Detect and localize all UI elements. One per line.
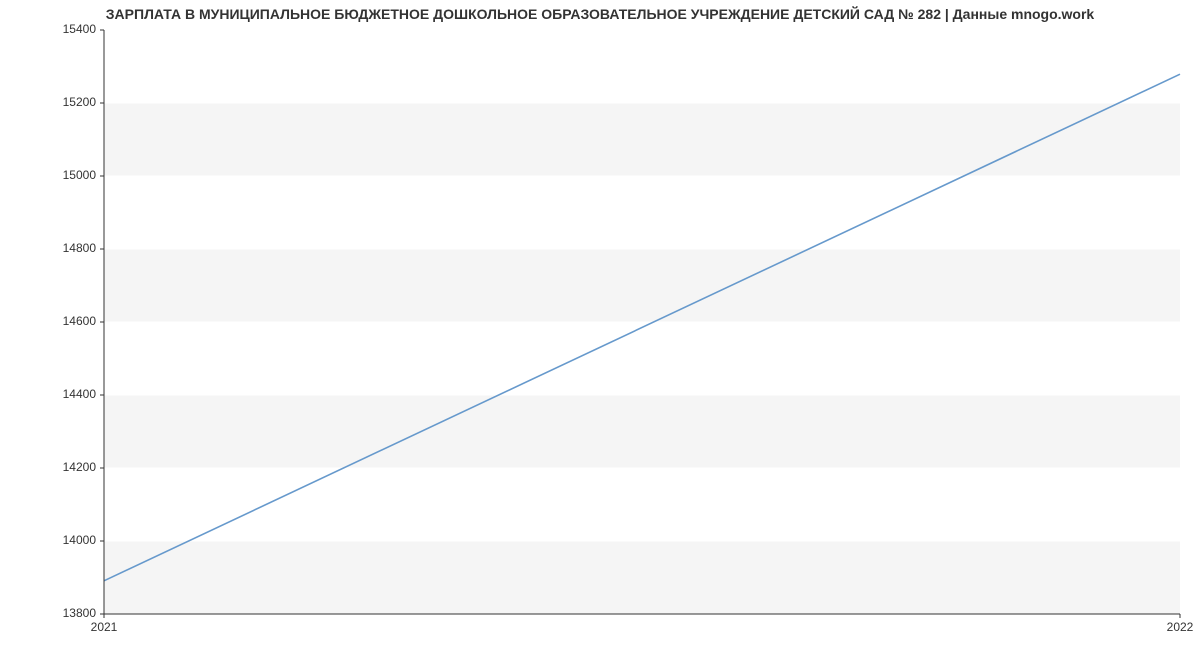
y-tick-label: 13800 xyxy=(63,606,97,620)
x-tick-label: 2021 xyxy=(91,620,118,634)
x-ticks: 2021 2022 xyxy=(91,614,1194,634)
y-tick-label: 14400 xyxy=(63,387,97,401)
chart-title: ЗАРПЛАТА В МУНИЦИПАЛЬНОЕ БЮДЖЕТНОЕ ДОШКО… xyxy=(0,6,1200,22)
grid-band xyxy=(104,176,1180,249)
y-tick-label: 14000 xyxy=(63,533,97,547)
y-tick-label: 14200 xyxy=(63,460,97,474)
grid-band xyxy=(104,30,1180,103)
y-tick-label: 14600 xyxy=(63,314,97,328)
chart-container: ЗАРПЛАТА В МУНИЦИПАЛЬНОЕ БЮДЖЕТНОЕ ДОШКО… xyxy=(0,0,1200,650)
plot-area xyxy=(104,30,1180,614)
y-tick-label: 14800 xyxy=(63,241,97,255)
y-tick-label: 15200 xyxy=(63,95,97,109)
y-tick-label: 15000 xyxy=(63,168,97,182)
grid-band xyxy=(104,322,1180,395)
y-tick-label: 15400 xyxy=(63,22,97,36)
chart-svg: 13800 14000 14200 14400 14600 14800 1500… xyxy=(0,0,1200,650)
x-tick-label: 2022 xyxy=(1167,620,1194,634)
y-ticks: 13800 14000 14200 14400 14600 14800 1500… xyxy=(63,22,104,620)
